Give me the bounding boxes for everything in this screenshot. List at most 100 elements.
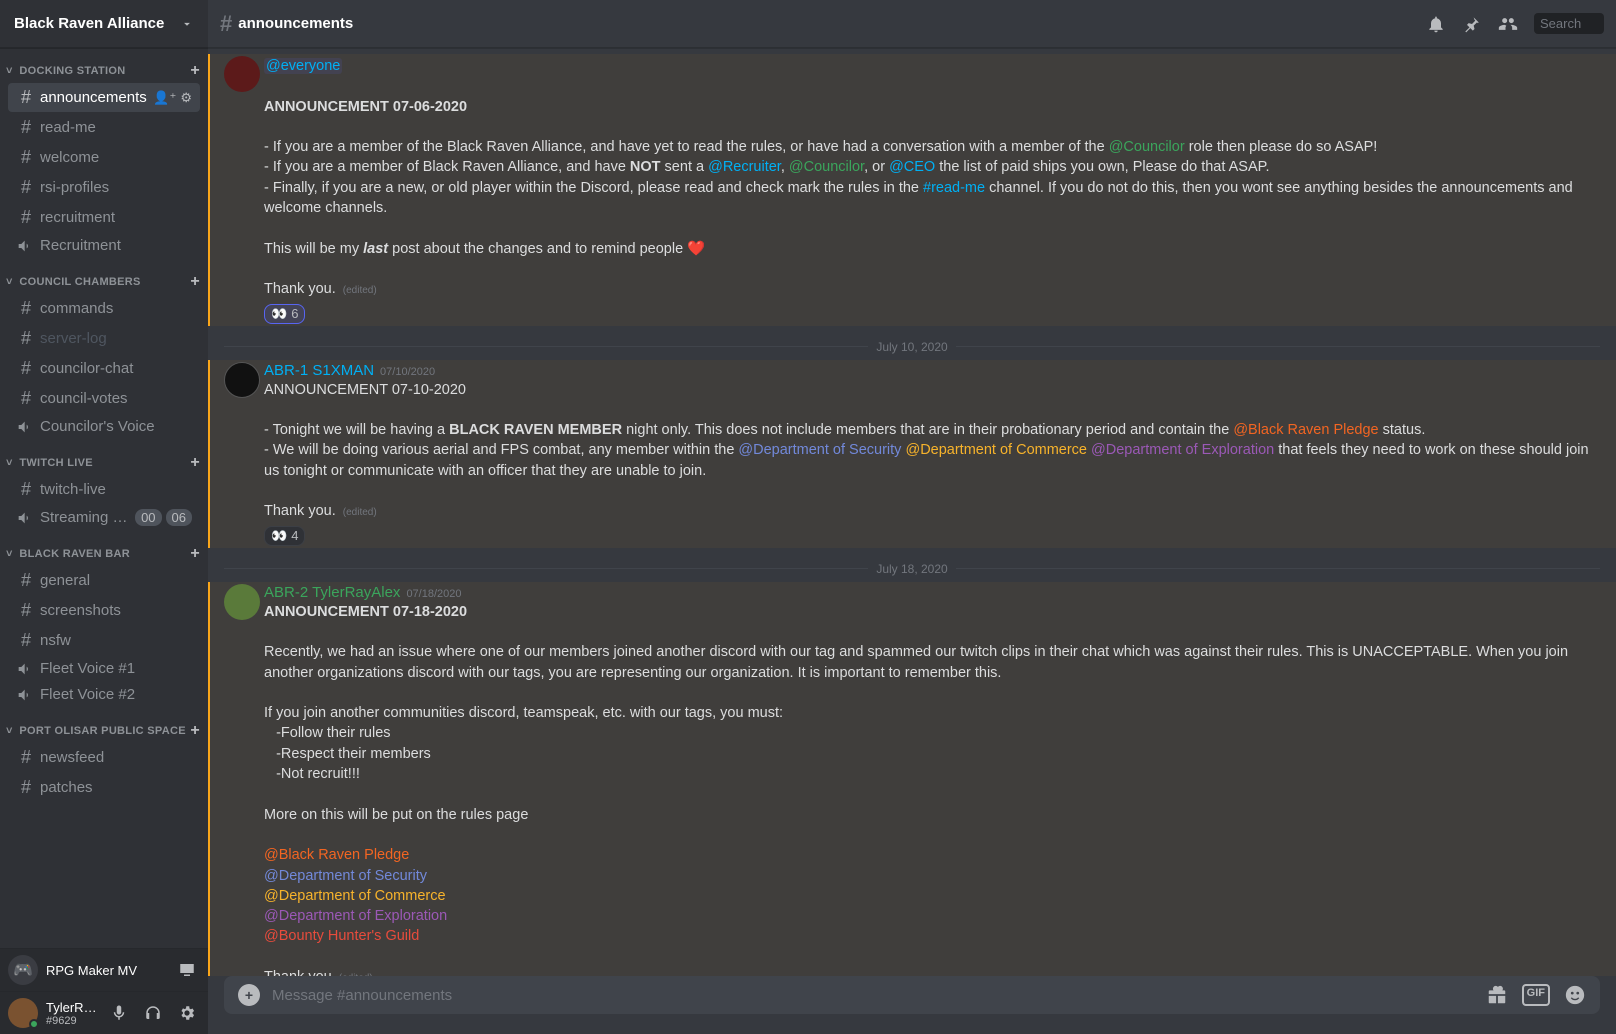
- add-user-icon[interactable]: 👤⁺: [153, 90, 176, 106]
- channel-nsfw[interactable]: #nsfw: [8, 626, 200, 655]
- channel-label: council-votes: [40, 390, 192, 407]
- role-mention[interactable]: @Department of Commerce: [264, 888, 446, 904]
- game-name: RPG Maker MV: [46, 963, 166, 978]
- author[interactable]: ABR-2 TylerRayAlex: [264, 584, 400, 601]
- add-channel-icon[interactable]: +: [190, 273, 200, 291]
- author[interactable]: ABR-1 S1XMAN: [264, 362, 374, 379]
- role-mention[interactable]: @Councilor: [1109, 139, 1185, 155]
- channel-general[interactable]: #general: [8, 566, 200, 595]
- channel-twitch-live[interactable]: #twitch-live: [8, 475, 200, 504]
- role-mention[interactable]: @Department of Security: [738, 442, 901, 458]
- channel-label: welcome: [40, 149, 192, 166]
- main-area: # announcements Search @everyone ANNOUNCE…: [208, 0, 1616, 1034]
- message-list[interactable]: @everyoneANNOUNCEMENT 07-06-2020- If you…: [208, 48, 1616, 976]
- role-mention[interactable]: @Councilor: [789, 159, 864, 175]
- channel-header: # announcements Search: [208, 0, 1616, 48]
- avatar[interactable]: [224, 584, 260, 620]
- add-channel-icon[interactable]: +: [190, 454, 200, 472]
- channel-mention[interactable]: #read-me: [923, 180, 985, 196]
- count-badge: 06: [166, 509, 192, 526]
- mic-icon[interactable]: [106, 1002, 132, 1024]
- message-input-bar[interactable]: + Message #announcements GIF: [224, 976, 1600, 1014]
- channel-council-votes[interactable]: #council-votes: [8, 384, 200, 413]
- avatar[interactable]: [224, 362, 260, 398]
- channel-commands[interactable]: #commands: [8, 294, 200, 323]
- timestamp: 07/18/2020: [406, 588, 461, 600]
- channel-label: councilor-chat: [40, 360, 192, 377]
- role-mention[interactable]: @Department of Commerce: [905, 442, 1087, 458]
- channel-label: twitch-live: [40, 481, 192, 498]
- edited-tag: (edited): [343, 507, 377, 518]
- channel-label: recruitment: [40, 209, 192, 226]
- category-header[interactable]: ˅ PORT OLISAR PUBLIC SPACE+: [0, 708, 208, 742]
- channel-list[interactable]: ˅ DOCKING STATION+#announcements👤⁺⚙#read…: [0, 48, 208, 948]
- mention-everyone[interactable]: @everyone: [264, 58, 342, 74]
- role-mention[interactable]: @Recruiter: [708, 159, 781, 175]
- attach-button[interactable]: +: [238, 984, 260, 1006]
- role-mention[interactable]: @Black Raven Pledge: [1233, 422, 1378, 438]
- role-mention[interactable]: @Department of Security: [264, 868, 427, 884]
- monitor-icon[interactable]: [174, 959, 200, 981]
- user-panel: TylerRayAlex #9629: [0, 991, 208, 1034]
- headphones-icon[interactable]: [140, 1002, 166, 1024]
- role-mention[interactable]: @Department of Exploration: [264, 908, 447, 924]
- channel-fleet-voice-1[interactable]: Fleet Voice #1: [8, 656, 200, 681]
- category-header[interactable]: ˅ DOCKING STATION+: [0, 48, 208, 82]
- channel-recruitment[interactable]: Recruitment: [8, 233, 200, 258]
- channel-councilor-chat[interactable]: #councilor-chat: [8, 354, 200, 383]
- reaction[interactable]: 👀 6: [264, 304, 305, 324]
- gif-icon[interactable]: GIF: [1522, 984, 1550, 1006]
- announcement-title: ANNOUNCEMENT 07-10-2020: [264, 382, 466, 398]
- channel-fleet-voice-2[interactable]: Fleet Voice #2: [8, 682, 200, 707]
- reaction[interactable]: 👀 4: [264, 526, 305, 546]
- channel-newsfeed[interactable]: #newsfeed: [8, 743, 200, 772]
- channel-label: general: [40, 572, 192, 589]
- channel-rsi-profiles[interactable]: #rsi-profiles: [8, 173, 200, 202]
- channel-label: Recruitment: [40, 237, 192, 254]
- avatar[interactable]: [224, 56, 260, 92]
- category-header[interactable]: ˅ TWITCH LIVE+: [0, 440, 208, 474]
- channel-announcements[interactable]: #announcements👤⁺⚙: [8, 83, 200, 112]
- pin-icon[interactable]: [1462, 14, 1482, 34]
- date-divider: July 18, 2020: [224, 562, 1600, 576]
- role-mention[interactable]: @CEO: [889, 159, 935, 175]
- announcement-title: ANNOUNCEMENT 07-06-2020: [264, 99, 467, 115]
- gear-icon[interactable]: [174, 1002, 200, 1024]
- message: ABR-1 S1XMAN07/10/2020ANNOUNCEMENT 07-10…: [208, 360, 1616, 548]
- emoji-icon[interactable]: [1564, 984, 1586, 1006]
- add-channel-icon[interactable]: +: [190, 545, 200, 563]
- user-avatar[interactable]: [8, 998, 38, 1028]
- role-mention[interactable]: @Bounty Hunter's Guild: [264, 928, 419, 944]
- channel-label: Councilor's Voice: [40, 418, 192, 435]
- add-channel-icon[interactable]: +: [190, 62, 200, 80]
- channel-label: nsfw: [40, 632, 192, 649]
- channel-title: announcements: [238, 15, 353, 32]
- channel-read-me[interactable]: #read-me: [8, 113, 200, 142]
- rich-presence-panel[interactable]: 🎮 RPG Maker MV: [0, 948, 208, 991]
- channel-label: screenshots: [40, 602, 192, 619]
- bell-icon[interactable]: [1426, 14, 1446, 34]
- channel-recruitment[interactable]: #recruitment: [8, 203, 200, 232]
- gear-icon[interactable]: ⚙: [180, 90, 192, 106]
- category-header[interactable]: ˅ COUNCIL CHAMBERS+: [0, 259, 208, 293]
- edited-tag: (edited): [339, 973, 373, 976]
- channel-server-log[interactable]: #server-log: [8, 324, 200, 353]
- category-header[interactable]: ˅ BLACK RAVEN BAR+: [0, 531, 208, 565]
- gift-icon[interactable]: [1486, 984, 1508, 1006]
- edited-tag: (edited): [343, 285, 377, 296]
- role-mention[interactable]: @Black Raven Pledge: [264, 847, 409, 863]
- chevron-down-icon: [180, 17, 194, 31]
- add-channel-icon[interactable]: +: [190, 722, 200, 740]
- channel-welcome[interactable]: #welcome: [8, 143, 200, 172]
- role-mention[interactable]: @Department of Exploration: [1091, 442, 1274, 458]
- search-input[interactable]: Search: [1534, 13, 1604, 34]
- channel-label: Fleet Voice #1: [40, 660, 192, 677]
- channel-streaming-dnd-[interactable]: Streaming - [DND]0006: [8, 505, 200, 530]
- channel-councilor-s-voice[interactable]: Councilor's Voice: [8, 414, 200, 439]
- message: @everyoneANNOUNCEMENT 07-06-2020- If you…: [208, 54, 1616, 326]
- channel-patches[interactable]: #patches: [8, 773, 200, 802]
- channel-label: patches: [40, 779, 192, 796]
- server-header[interactable]: Black Raven Alliance: [0, 0, 208, 48]
- channel-screenshots[interactable]: #screenshots: [8, 596, 200, 625]
- members-icon[interactable]: [1498, 14, 1518, 34]
